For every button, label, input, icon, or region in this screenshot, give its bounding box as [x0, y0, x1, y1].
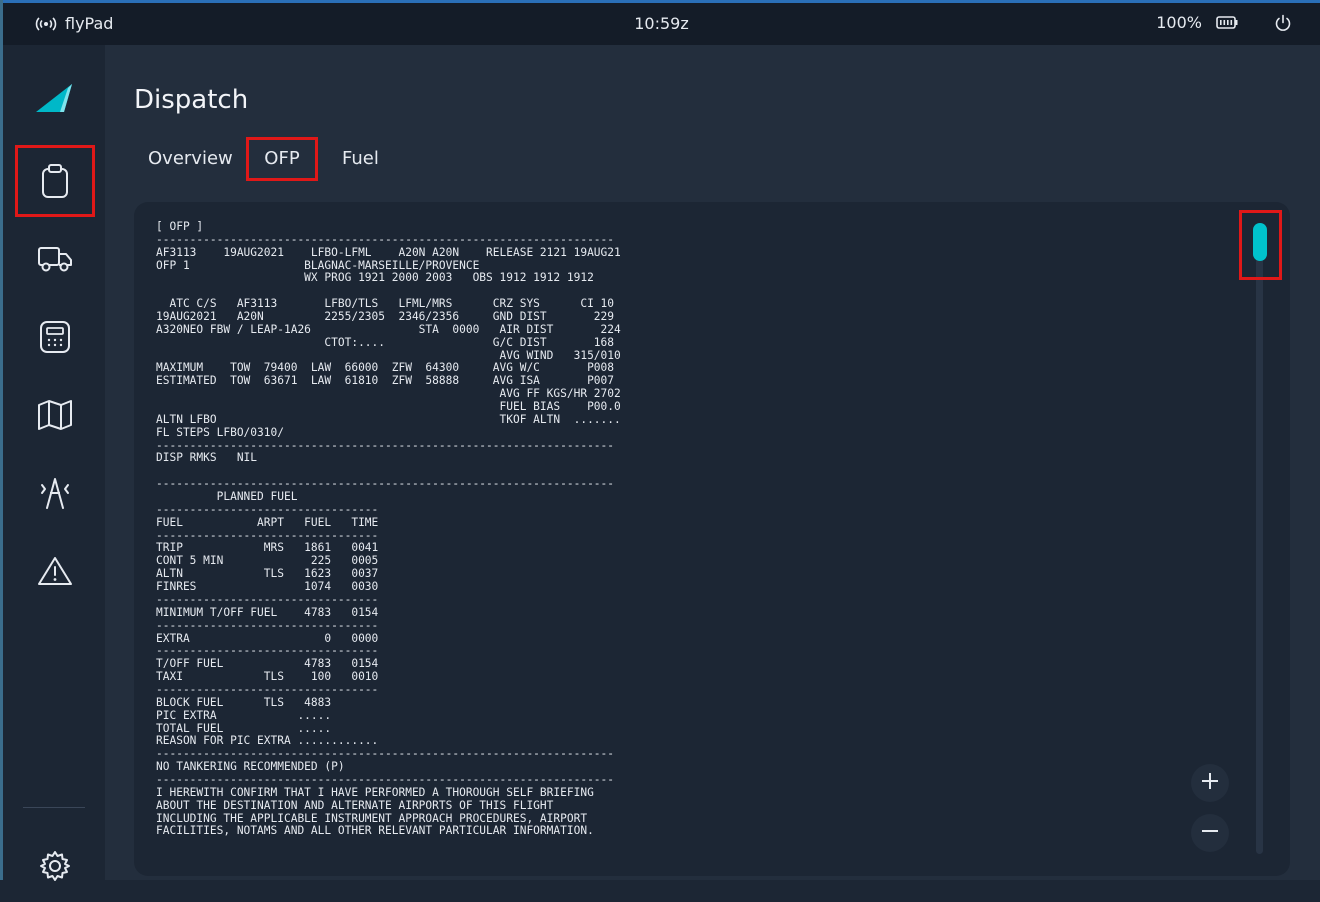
- ofp-line: ---------------------------------: [156, 502, 379, 516]
- ofp-line: A320NEO FBW / LEAP-1A26 STA 0000 AIR DIS…: [156, 322, 621, 336]
- ofp-line: MINIMUM T/OFF FUEL 4783 0154: [156, 605, 379, 619]
- warning-icon: [37, 555, 73, 587]
- sidebar-item-failures[interactable]: [15, 535, 95, 607]
- ofp-line: WX PROG 1921 2000 2003 OBS 1912 1912 191…: [156, 271, 594, 285]
- flypad-logo: [34, 82, 74, 118]
- ofp-line: ---------------------------------: [156, 592, 379, 606]
- truck-icon: [37, 245, 73, 273]
- sidebar: [3, 45, 105, 881]
- ofp-line: DISP RMKS NIL: [156, 451, 258, 465]
- ofp-line: ---------------------------------: [156, 618, 379, 632]
- sidebar-item-ground[interactable]: [15, 223, 95, 295]
- sidebar-item-dispatch[interactable]: [15, 145, 95, 217]
- ofp-line: ALTN TLS 1623 0037: [156, 567, 379, 581]
- sidebar-item-navigation[interactable]: [15, 379, 95, 451]
- ofp-line: TRIP MRS 1861 0041: [156, 541, 379, 555]
- ofp-line: CTOT:.... G/C DIST 168: [156, 335, 615, 349]
- ofp-line: [ OFP ]: [156, 220, 204, 233]
- ofp-line: OFP 1 BLAGNAC-MARSEILLE/PROVENCE: [156, 258, 480, 272]
- battery-percentage: 100%: [1156, 13, 1202, 32]
- ofp-line: FL STEPS LFBO/0310/: [156, 425, 284, 439]
- ofp-line: TAXI TLS 100 0010: [156, 670, 379, 684]
- scrollbar-thumb[interactable]: [1253, 223, 1267, 261]
- antenna-icon: [37, 475, 73, 511]
- ofp-line: FINRES 1074 0030: [156, 580, 379, 594]
- status-right: 100%: [1156, 13, 1292, 32]
- minus-icon: [1200, 821, 1220, 845]
- status-bar: flyPad 10:59z 100%: [3, 3, 1320, 45]
- calculator-icon: [39, 320, 71, 354]
- ofp-line: T/OFF FUEL 4783 0154: [156, 657, 379, 671]
- ofp-line: NO TANKERING RECOMMENDED (P): [156, 760, 345, 774]
- ofp-line: INCLUDING THE APPLICABLE INSTRUMENT APPR…: [156, 811, 588, 825]
- ofp-line: FUEL BIAS P00.0: [156, 400, 621, 414]
- ofp-line: EXTRA 0 0000: [156, 631, 379, 645]
- tab-ofp[interactable]: OFP: [246, 137, 318, 181]
- ofp-line: TOTAL FUEL .....: [156, 721, 332, 735]
- ofp-line: FACILITIES, NOTAMS AND ALL OTHER RELEVAN…: [156, 824, 594, 838]
- ofp-line: ----------------------------------------…: [156, 747, 615, 761]
- clipboard-icon: [40, 163, 70, 199]
- ofp-line: REASON FOR PIC EXTRA ............: [156, 734, 379, 748]
- ofp-line: ABOUT THE DESTINATION AND ALTERNATE AIRP…: [156, 798, 554, 812]
- scrollbar-track[interactable]: [1256, 224, 1263, 854]
- ofp-line: I HEREWITH CONFIRM THAT I HAVE PERFORMED…: [156, 785, 594, 799]
- gear-icon: [38, 849, 72, 883]
- ofp-line: MAXIMUM TOW 79400 LAW 66000 ZFW 64300 AV…: [156, 361, 615, 375]
- zoom-out-button[interactable]: [1191, 814, 1229, 852]
- ofp-line: ESTIMATED TOW 63671 LAW 61810 ZFW 58888 …: [156, 374, 615, 388]
- main-content: Dispatch Overview OFP Fuel [ OFP ] -----…: [105, 45, 1320, 880]
- sidebar-divider: [23, 807, 85, 808]
- ofp-line: PLANNED FUEL: [156, 490, 298, 504]
- ofp-panel[interactable]: [ OFP ] --------------------------------…: [134, 202, 1290, 876]
- ofp-line: ATC C/S AF3113 LFBO/TLS LFML/MRS CRZ SYS…: [156, 297, 615, 311]
- tab-fuel[interactable]: Fuel: [342, 137, 379, 181]
- ofp-line: ----------------------------------------…: [156, 772, 615, 786]
- ofp-line: AVG WIND 315/010: [156, 348, 621, 362]
- power-icon[interactable]: [1274, 14, 1292, 32]
- clock: 10:59z: [634, 14, 689, 33]
- ofp-line: AF3113 19AUG2021 LFBO-LFML A20N A20N REL…: [156, 245, 621, 259]
- ofp-line: ----------------------------------------…: [156, 438, 615, 452]
- ofp-line: ---------------------------------: [156, 528, 379, 542]
- ofp-line: FUEL ARPT FUEL TIME: [156, 515, 379, 529]
- ofp-line: BLOCK FUEL TLS 4883: [156, 695, 332, 709]
- ofp-line: PIC EXTRA .....: [156, 708, 332, 722]
- map-icon: [37, 399, 73, 431]
- sidebar-item-settings[interactable]: [15, 830, 95, 902]
- sidebar-item-performance[interactable]: [15, 301, 95, 373]
- sidebar-item-atc[interactable]: [15, 457, 95, 529]
- ofp-line: AVG FF KGS/HR 2702: [156, 387, 621, 401]
- zoom-in-button[interactable]: [1191, 764, 1229, 802]
- ofp-line: ----------------------------------------…: [156, 477, 615, 491]
- ofp-line: ALTN LFBO TKOF ALTN .......: [156, 412, 621, 426]
- ofp-line: ---------------------------------: [156, 644, 379, 658]
- ofp-line: 19AUG2021 A20N 2255/2305 2346/2356 GND D…: [156, 310, 615, 324]
- ofp-line: ----------------------------------------…: [156, 232, 615, 246]
- ofp-line: CONT 5 MIN 225 0005: [156, 554, 379, 568]
- ofp-line: ---------------------------------: [156, 682, 379, 696]
- tab-overview[interactable]: Overview: [148, 137, 233, 181]
- plus-icon: [1200, 771, 1220, 795]
- ofp-document: [ OFP ] --------------------------------…: [156, 220, 621, 838]
- battery-icon: [1216, 16, 1238, 29]
- page-title: Dispatch: [134, 85, 249, 115]
